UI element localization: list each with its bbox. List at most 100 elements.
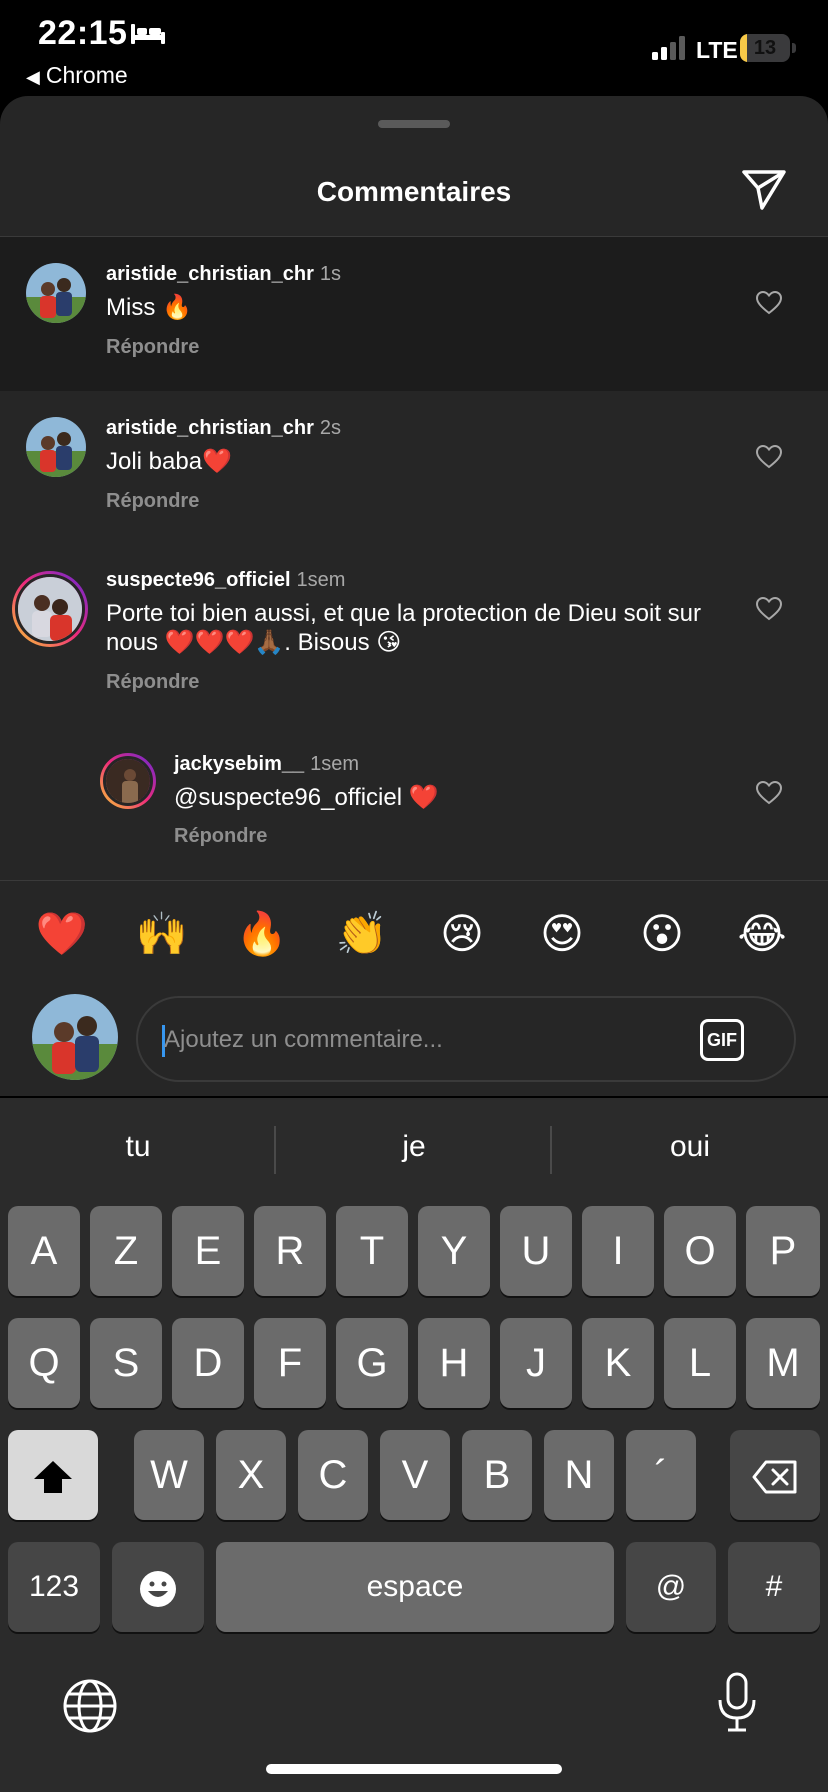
key-s[interactable]: S [90, 1318, 162, 1408]
avatar-photo [32, 994, 118, 1080]
suggestion-item[interactable]: je [276, 1120, 552, 1174]
emoji-heart-eyes[interactable]: 😍 [532, 906, 592, 962]
shift-key[interactable] [8, 1430, 98, 1520]
emoji-key[interactable] [112, 1542, 204, 1632]
key-e[interactable]: E [172, 1206, 244, 1296]
hash-key[interactable]: # [728, 1542, 820, 1632]
back-app-label: Chrome [45, 62, 128, 88]
key-q[interactable]: Q [8, 1318, 80, 1408]
reply-button[interactable]: Répondre [106, 336, 199, 359]
backspace-key[interactable] [730, 1430, 820, 1520]
globe-icon[interactable] [62, 1678, 118, 1734]
comment-username[interactable]: jackysebim__ 1sem [174, 753, 359, 776]
comment-reply-item: jackysebim__ 1sem @suspecte96_officiel ❤️… [0, 731, 828, 879]
key-t[interactable]: T [336, 1206, 408, 1296]
battery-nub [792, 43, 796, 53]
key-b[interactable]: B [462, 1430, 532, 1520]
emoji-heart[interactable]: ❤️ [32, 906, 92, 962]
numbers-key[interactable]: 123 [8, 1542, 100, 1632]
key-n[interactable]: N [544, 1430, 614, 1520]
divider [0, 880, 828, 881]
comment-username[interactable]: aristide_christian_chr 2s [106, 417, 341, 440]
sheet-grabber[interactable] [378, 120, 450, 128]
key-g[interactable]: G [336, 1318, 408, 1408]
comment-username[interactable]: aristide_christian_chr 1s [106, 263, 341, 286]
key-h[interactable]: H [418, 1318, 490, 1408]
avatar-photo [18, 577, 82, 641]
story-avatar[interactable] [12, 571, 88, 647]
emoji-fire[interactable]: 🔥 [232, 906, 292, 962]
status-time: 22:15 [38, 14, 128, 52]
comments-sheet: Commentaires aristide_christian_chr 1s Mi… [0, 96, 828, 1096]
key-j[interactable]: J [500, 1318, 572, 1408]
comment-text: Miss 🔥 [106, 294, 192, 321]
key-l[interactable]: L [664, 1318, 736, 1408]
comment-username[interactable]: suspecte96_officiel 1sem [106, 569, 345, 592]
heart-icon[interactable] [756, 597, 782, 621]
avatar-photo [26, 417, 86, 477]
keyboard: tu je oui A Z E R T Y U I O P Q S D F G … [0, 1098, 828, 1792]
emoji-face-icon [140, 1571, 176, 1608]
key-u[interactable]: U [500, 1206, 572, 1296]
space-key[interactable]: espace [216, 1542, 614, 1632]
story-avatar[interactable] [100, 753, 156, 809]
reply-button[interactable]: Répondre [174, 825, 267, 848]
at-key[interactable]: @ [626, 1542, 716, 1632]
network-type: LTE [696, 37, 738, 63]
key-w[interactable]: W [134, 1430, 204, 1520]
microphone-icon[interactable] [716, 1672, 758, 1734]
avatar[interactable] [26, 263, 86, 323]
comment-text: Porte toi bien aussi, et que la protecti… [106, 600, 702, 656]
signal-icon [652, 36, 685, 60]
key-v[interactable]: V [380, 1430, 450, 1520]
key-m[interactable]: M [746, 1318, 820, 1408]
key-i[interactable]: I [582, 1206, 654, 1296]
comment-item: suspecte96_officiel 1sem Porte toi bien a… [0, 543, 828, 731]
comment-input[interactable]: Ajoutez un commentaire... GIF [136, 996, 796, 1082]
key-p[interactable]: P [746, 1206, 820, 1296]
shift-arrow-icon [34, 1461, 72, 1494]
status-bar: 22:15 ◀ Chrome LTE 13 [0, 0, 828, 96]
emoji-clap[interactable]: 👏 [332, 906, 392, 962]
key-z[interactable]: Z [90, 1206, 162, 1296]
avatar-photo [106, 759, 150, 803]
comment-text: Joli baba❤️ [106, 448, 232, 475]
key-o[interactable]: O [664, 1206, 736, 1296]
comment-text: @suspecte96_officiel ❤️ [174, 784, 439, 811]
gif-button[interactable]: GIF [700, 1019, 744, 1061]
battery-icon: 13 [740, 34, 790, 62]
key-y[interactable]: Y [418, 1206, 490, 1296]
key-acute-accent[interactable]: ´ [626, 1430, 696, 1520]
paper-plane-icon[interactable] [740, 168, 788, 212]
emoji-surprised[interactable]: 😮 [632, 906, 692, 962]
back-to-app-link[interactable]: ◀ Chrome [26, 62, 128, 89]
avatar[interactable] [26, 417, 86, 477]
comment-timestamp: 1s [319, 263, 341, 285]
avatar-photo [26, 263, 86, 323]
reply-button[interactable]: Répondre [106, 490, 199, 513]
suggestion-item[interactable]: tu [0, 1120, 276, 1174]
heart-icon[interactable] [756, 445, 782, 469]
heart-icon[interactable] [756, 291, 782, 315]
key-r[interactable]: R [254, 1206, 326, 1296]
key-c[interactable]: C [298, 1430, 368, 1520]
heart-icon[interactable] [756, 781, 782, 805]
my-avatar [32, 994, 118, 1080]
comment-input-placeholder: Ajoutez un commentaire... [164, 1026, 443, 1053]
comment-timestamp: 1sem [310, 753, 360, 775]
predictive-bar: tu je oui [0, 1098, 828, 1202]
emoji-raised-hands[interactable]: 🙌 [132, 906, 192, 962]
home-indicator[interactable] [266, 1764, 562, 1774]
key-k[interactable]: K [582, 1318, 654, 1408]
comment-timestamp: 2s [319, 417, 341, 439]
key-f[interactable]: F [254, 1318, 326, 1408]
reply-button[interactable]: Répondre [106, 671, 199, 694]
suggestion-item[interactable]: oui [552, 1120, 828, 1174]
key-x[interactable]: X [216, 1430, 286, 1520]
comment-timestamp: 1sem [296, 569, 346, 591]
emoji-laughing[interactable]: 😂 [732, 906, 792, 962]
key-d[interactable]: D [172, 1318, 244, 1408]
bed-icon [131, 24, 165, 44]
key-a[interactable]: A [8, 1206, 80, 1296]
emoji-crying[interactable]: 😢 [432, 906, 492, 962]
